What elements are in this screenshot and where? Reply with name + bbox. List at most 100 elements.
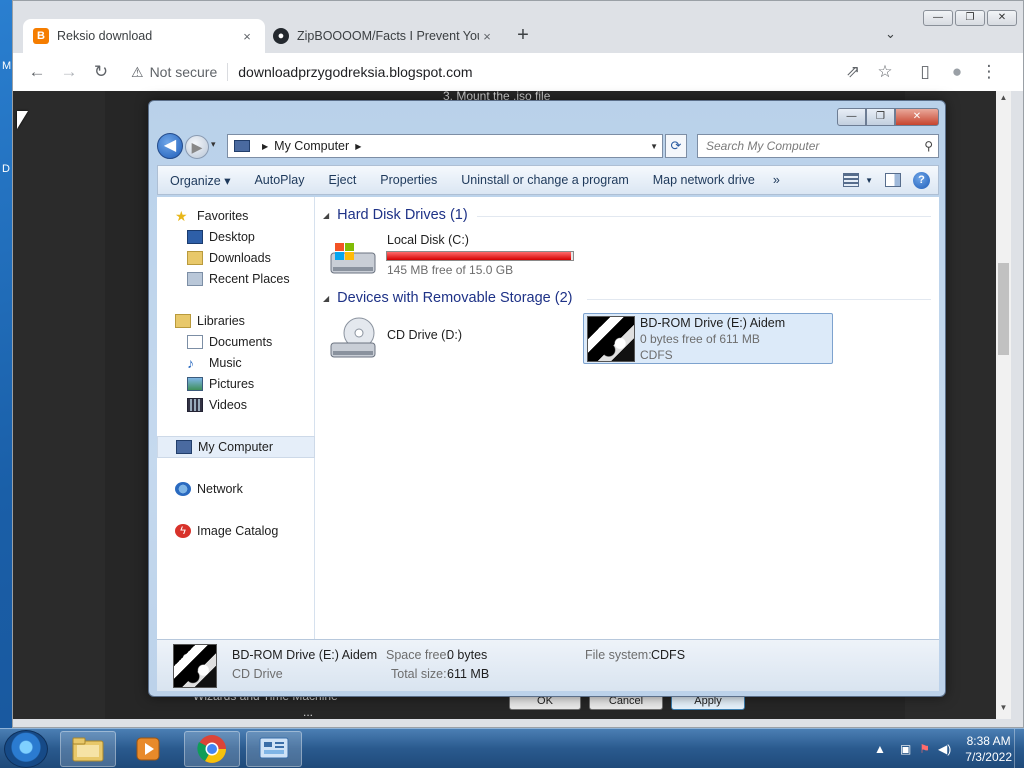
close-tab-icon[interactable]: × — [239, 29, 255, 44]
details-pane: BD-ROM Drive (E:) Aidem CD Drive Space f… — [157, 639, 939, 691]
folder-icon — [72, 737, 104, 762]
taskbar-control-panel[interactable] — [246, 731, 302, 767]
collapse-icon[interactable]: ◢ — [323, 294, 329, 303]
organize-menu[interactable]: Organize ▾ — [158, 173, 242, 188]
computer-icon — [176, 440, 192, 454]
tab-reksio-download[interactable]: B Reksio download × — [23, 19, 265, 53]
nav-videos[interactable]: Videos — [157, 394, 315, 416]
side-panel-icon[interactable]: ▯ — [915, 62, 935, 82]
network-status-icon[interactable]: ▣ — [900, 742, 911, 756]
search-placeholder: Search My Computer — [706, 139, 820, 153]
preview-pane-icon[interactable] — [885, 173, 901, 187]
menu-icon[interactable]: ⋮ — [979, 62, 999, 82]
back-arrow-icon[interactable]: ◀ — [157, 133, 183, 159]
nav-documents[interactable]: Documents — [157, 331, 315, 353]
collapse-icon[interactable]: ◢ — [323, 211, 329, 220]
start-button[interactable] — [4, 730, 48, 768]
warning-icon[interactable]: ⚠ — [131, 64, 144, 81]
group-header-removable-storage[interactable]: ◢ Devices with Removable Storage (2) — [323, 290, 572, 306]
minimize-button[interactable]: — — [923, 10, 953, 26]
page-text: ... — [303, 705, 314, 719]
total-size-label: Total size: — [391, 667, 447, 681]
minimize-button[interactable]: — — [837, 108, 866, 126]
taskbar-file-explorer[interactable] — [60, 731, 116, 767]
show-desktop-button[interactable] — [1014, 729, 1024, 768]
close-tab-icon[interactable]: × — [479, 29, 495, 44]
security-status[interactable]: Not secure — [150, 64, 218, 80]
blogger-icon: B — [33, 28, 49, 44]
search-input[interactable]: Search My Computer ⚲ — [697, 134, 939, 158]
nav-favorites[interactable]: ★ Favorites — [157, 205, 315, 227]
group-header-hard-disk-drives[interactable]: ◢ Hard Disk Drives (1) — [323, 207, 468, 223]
drive-name: Local Disk (C:) — [387, 233, 469, 247]
change-view-icon[interactable] — [843, 173, 860, 187]
address-dropdown-icon[interactable]: ▼ — [650, 142, 658, 151]
nav-recent-places[interactable]: Recent Places — [157, 268, 315, 290]
nav-label: Downloads — [209, 251, 271, 265]
documents-icon — [187, 335, 203, 349]
disc-image-icon — [587, 316, 635, 362]
nav-my-computer[interactable]: My Computer — [157, 436, 315, 458]
autoplay-button[interactable]: AutoPlay — [242, 173, 316, 187]
help-icon[interactable]: ? — [913, 171, 930, 189]
uninstall-program-button[interactable]: Uninstall or change a program — [449, 173, 640, 187]
eject-button[interactable]: Eject — [317, 173, 369, 187]
profile-avatar-icon[interactable]: ● — [947, 62, 967, 82]
drive-cd-d[interactable]: CD Drive (D:) — [329, 315, 575, 365]
bookmark-star-icon[interactable]: ☆ — [875, 62, 895, 82]
nav-network[interactable]: Network — [157, 478, 315, 500]
nav-desktop[interactable]: Desktop — [157, 226, 315, 248]
clock[interactable]: 8:38 AM 7/3/2022 — [965, 733, 1012, 765]
navigation-row: ◀ ▶ ▾ ▶ My Computer ▶ ▼ ⟳ Search My Comp… — [157, 133, 939, 159]
tab-search-icon[interactable]: ⌄ — [885, 26, 896, 42]
nav-image-catalog[interactable]: ϟ Image Catalog — [157, 520, 315, 542]
address-bar[interactable]: ▶ My Computer ▶ ▼ — [227, 134, 663, 158]
drive-local-disk-c[interactable]: Local Disk (C:) 145 MB free of 15.0 GB — [329, 233, 575, 283]
map-network-drive-button[interactable]: Map network drive — [641, 173, 767, 187]
reload-icon[interactable]: ↻ — [91, 62, 111, 82]
breadcrumb-arrow-icon[interactable]: ▶ — [355, 142, 361, 151]
address-bar[interactable]: ⚠ Not secure downloadprzygodreksia.blogs… — [121, 58, 911, 86]
action-center-flag-icon[interactable]: ⚑ — [919, 742, 930, 756]
taskbar-chrome[interactable] — [184, 731, 240, 767]
new-tab-button[interactable]: + — [511, 25, 535, 45]
volume-icon[interactable]: ◀) — [938, 742, 951, 756]
forward-arrow-icon[interactable]: ▶ — [185, 135, 209, 159]
nav-libraries[interactable]: Libraries — [157, 310, 315, 332]
breadcrumb-my-computer[interactable]: My Computer — [274, 139, 349, 153]
taskbar-media-player[interactable] — [120, 731, 176, 767]
search-icon[interactable]: ⚲ — [924, 139, 933, 153]
forward-icon[interactable]: → — [59, 62, 79, 82]
cancel-button[interactable]: Cancel — [589, 696, 663, 710]
navigation-pane: ★ Favorites Desktop Downloads Recent Pla… — [157, 197, 315, 639]
chrome-icon — [197, 735, 226, 763]
nav-pictures[interactable]: Pictures — [157, 373, 315, 395]
url-text[interactable]: downloadprzygodreksia.blogspot.com — [238, 64, 472, 80]
close-button[interactable]: ✕ — [895, 108, 939, 126]
more-commands-button[interactable]: » — [767, 173, 786, 187]
close-button[interactable]: ✕ — [987, 10, 1017, 26]
maximize-button[interactable]: ❐ — [955, 10, 985, 26]
back-icon[interactable]: ← — [27, 62, 47, 82]
share-icon[interactable]: ⇗ — [843, 62, 863, 82]
tab-github[interactable]: ● ZipBOOOOM/Facts I Prevent You × — [263, 19, 505, 53]
nav-music[interactable]: ♪ Music — [157, 352, 315, 374]
view-dropdown-icon[interactable]: ▼ — [865, 176, 873, 185]
scroll-thumb[interactable] — [998, 263, 1009, 355]
apply-button[interactable]: Apply — [671, 696, 745, 710]
star-icon: ★ — [175, 208, 188, 224]
page-scrollbar[interactable]: ▲ ▼ — [996, 91, 1011, 719]
refresh-icon[interactable]: ⟳ — [665, 134, 687, 158]
scroll-up-arrow-icon[interactable]: ▲ — [996, 93, 1011, 102]
recent-pages-icon[interactable]: ▾ — [211, 139, 216, 150]
maximize-button[interactable]: ❐ — [866, 108, 895, 126]
nav-downloads[interactable]: Downloads — [157, 247, 315, 269]
scroll-down-arrow-icon[interactable]: ▼ — [996, 703, 1011, 712]
show-hidden-icons-arrow-icon[interactable]: ▲ — [874, 742, 886, 756]
ok-button[interactable]: OK — [509, 696, 581, 710]
details-name: BD-ROM Drive (E:) Aidem — [232, 648, 378, 662]
drive-bd-rom-e[interactable]: BD-ROM Drive (E:) Aidem 0 bytes free of … — [583, 313, 833, 364]
browser-toolbar: ← → ↻ ⚠ Not secure downloadprzygodreksia… — [13, 53, 1023, 91]
breadcrumb-arrow-icon[interactable]: ▶ — [262, 142, 268, 151]
properties-button[interactable]: Properties — [368, 173, 449, 187]
